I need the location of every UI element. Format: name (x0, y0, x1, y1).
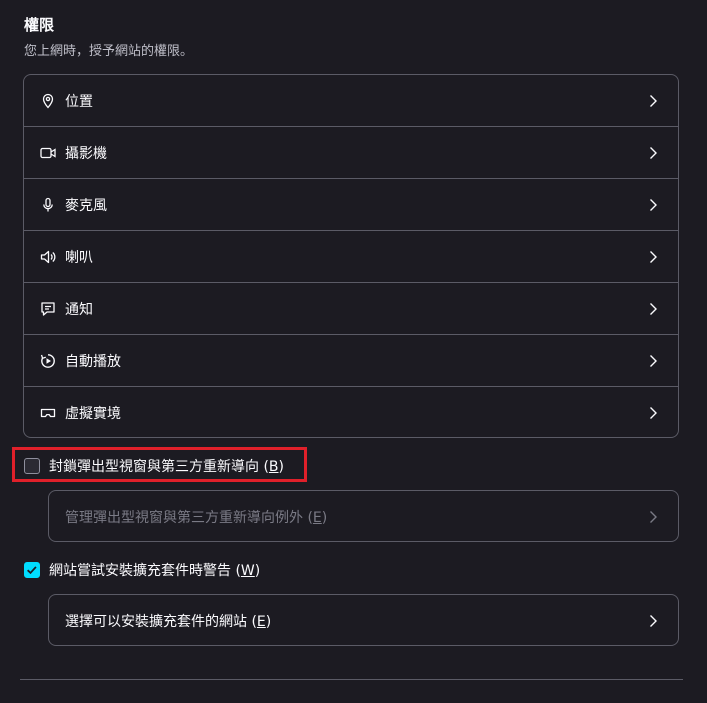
chevron-right-icon (650, 407, 657, 419)
section-divider (20, 679, 683, 680)
speaker-icon (40, 250, 56, 264)
popup-exceptions-button[interactable]: 管理彈出型視窗與第三方重新導向例外 (E) (48, 490, 679, 542)
microphone-icon (43, 197, 53, 212)
block-popups-checkbox-row[interactable]: 封鎖彈出型視窗與第三方重新導向 (B) (24, 456, 284, 476)
permission-label-microphone: 麥克風 (65, 197, 107, 214)
permission-row-microphone[interactable]: 麥克風 (24, 179, 678, 231)
permission-label-location: 位置 (65, 93, 93, 110)
addon-warn-checkbox[interactable] (24, 562, 40, 578)
permissions-list: 位置 攝影機 麥克風 喇叭 通知 自動播放 虛擬實境 (23, 74, 679, 438)
addon-sites-button[interactable]: 選擇可以安裝擴充套件的網站 (E) (48, 594, 679, 646)
chevron-right-icon (650, 511, 657, 523)
permission-row-notification[interactable]: 通知 (24, 283, 678, 335)
popup-exceptions-label: 管理彈出型視窗與第三方重新導向例外 (E) (65, 510, 328, 526)
block-popups-checkbox[interactable] (24, 458, 40, 474)
addon-warn-label: 網站嘗試安裝擴充套件時警告 (W) (49, 563, 261, 579)
permission-label-autoplay: 自動播放 (65, 353, 121, 370)
permission-row-camera[interactable]: 攝影機 (24, 127, 678, 179)
chevron-right-icon (650, 615, 657, 627)
permission-label-notification: 通知 (65, 301, 93, 318)
permission-row-autoplay[interactable]: 自動播放 (24, 335, 678, 387)
addon-sites-label: 選擇可以安裝擴充套件的網站 (E) (65, 614, 272, 630)
permission-label-speaker: 喇叭 (65, 249, 93, 266)
permission-row-location[interactable]: 位置 (24, 75, 678, 127)
chevron-right-icon (650, 199, 657, 211)
section-title: 權限 (24, 16, 55, 34)
chevron-right-icon (650, 95, 657, 107)
chevron-right-icon (650, 251, 657, 263)
autoplay-icon (40, 354, 55, 368)
notification-icon (41, 302, 55, 316)
checkmark-icon (27, 566, 37, 575)
permission-label-camera: 攝影機 (65, 145, 107, 162)
camera-icon (40, 147, 56, 159)
permission-label-vr: 虛擬實境 (65, 405, 121, 422)
chevron-right-icon (650, 147, 657, 159)
chevron-right-icon (650, 303, 657, 315)
permission-row-speaker[interactable]: 喇叭 (24, 231, 678, 283)
addon-warn-checkbox-row[interactable]: 網站嘗試安裝擴充套件時警告 (W) (24, 560, 260, 580)
chevron-right-icon (650, 355, 657, 367)
permission-row-vr[interactable]: 虛擬實境 (24, 387, 678, 437)
block-popups-label: 封鎖彈出型視窗與第三方重新導向 (B) (49, 459, 284, 475)
vr-headset-icon (40, 408, 56, 418)
section-subtitle: 您上網時，授予網站的權限。 (24, 44, 194, 59)
location-icon (42, 93, 54, 109)
